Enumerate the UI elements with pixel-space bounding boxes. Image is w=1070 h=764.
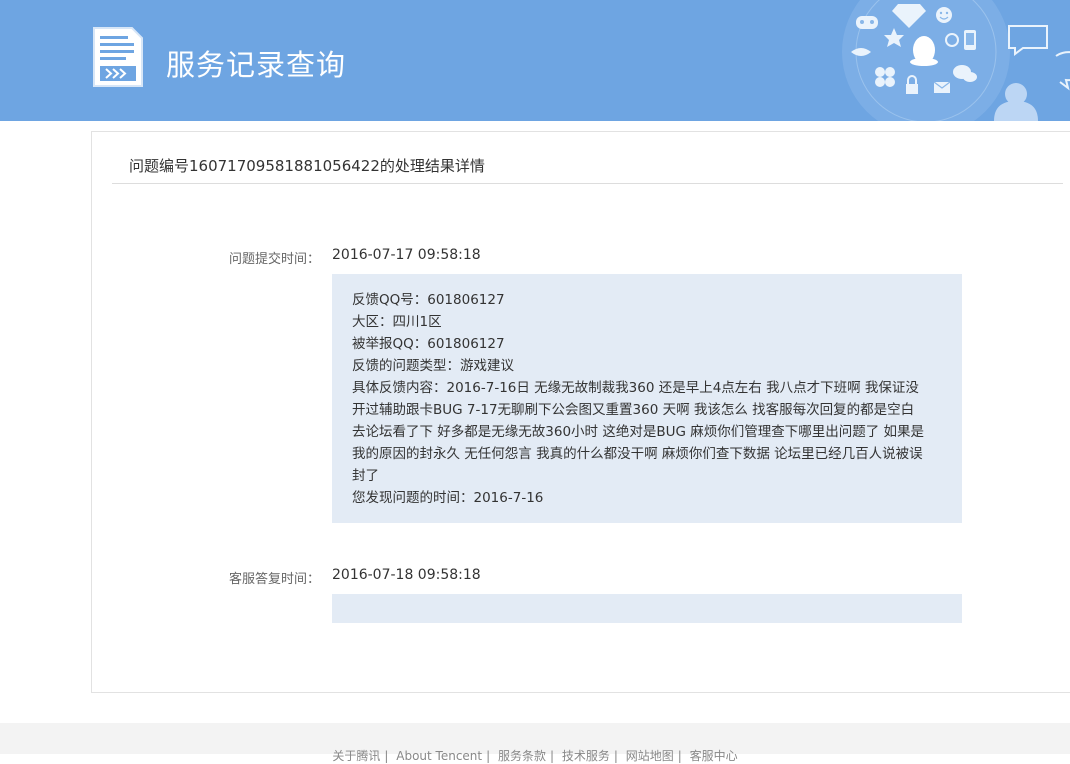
footer-link-tech[interactable]: 技术服务 — [562, 749, 610, 763]
gamepad-icon — [856, 16, 878, 29]
detail-title: 问题编号16071709581881056422的处理结果详情 — [129, 157, 485, 175]
detail-card: 问题编号16071709581881056422的处理结果详情 问题提交时间： … — [91, 131, 1070, 693]
reply-time-value: 2016-07-18 09:58:18 — [332, 567, 481, 583]
submit-time-label: 问题提交时间： — [228, 252, 320, 267]
message-line: 去论坛看了下 好多都是无缘无故360小时 这绝对是BUG 麻烦你们管理查下哪里出… — [352, 424, 925, 440]
mail-icon — [933, 81, 951, 93]
message-line: 开过辅助跟卡BUG 7-17无聊刷下公会图又重置360 天啊 我该怎么 找客服每… — [352, 402, 915, 418]
message-line: 大区：四川1区 — [352, 314, 442, 330]
page-header: 服务记录查询 — [0, 0, 1070, 121]
reply-message-box — [332, 594, 962, 623]
message-line: 被举报QQ：601806127 — [352, 336, 505, 352]
feedback-message-box: 反馈QQ号：601806127 大区：四川1区 被举报QQ：601806127 … — [332, 274, 962, 523]
message-line: 我的原因的封永久 无任何怨言 我真的什么都没干啊 麻烦你们查下数据 论坛里已经几… — [352, 446, 923, 462]
page-footer: 关于腾讯 | About Tencent | 服务条款 | 技术服务 | 网站地图 | 客… — [0, 723, 1070, 763]
footer-link-sitemap[interactable]: 网站地图 — [626, 749, 674, 763]
document-icon — [93, 27, 143, 87]
message-line: 封了 — [352, 468, 379, 484]
message-line: 反馈的问题类型：游戏建议 — [352, 358, 514, 374]
page-title: 服务记录查询 — [166, 48, 347, 82]
submit-time-value: 2016-07-17 09:58:18 — [332, 247, 481, 263]
header-decoration — [842, 0, 1070, 121]
footer-link-about-en[interactable]: About Tencent — [396, 749, 482, 763]
footer-link-terms[interactable]: 服务条款 — [498, 749, 546, 763]
message-line: 具体反馈内容：2016-7-16日 无缘无故制裁我360 还是早上4点左右 我八… — [352, 380, 919, 396]
reply-time-label: 客服答复时间： — [228, 572, 320, 587]
footer-link-support[interactable]: 客服中心 — [690, 749, 738, 763]
footer-links: 关于腾讯 | About Tencent | 服务条款 | 技术服务 | 网站地图 | 客… — [332, 749, 738, 763]
divider — [112, 183, 1063, 184]
feedback-message: 反馈QQ号：601806127 大区：四川1区 被举报QQ：601806127 … — [352, 289, 947, 509]
message-line: 反馈QQ号：601806127 — [352, 292, 505, 308]
footer-link-about[interactable]: 关于腾讯 — [332, 749, 380, 763]
smiley-icon — [936, 7, 952, 23]
message-line: 您发现问题的时间：2016-7-16 — [352, 490, 544, 506]
